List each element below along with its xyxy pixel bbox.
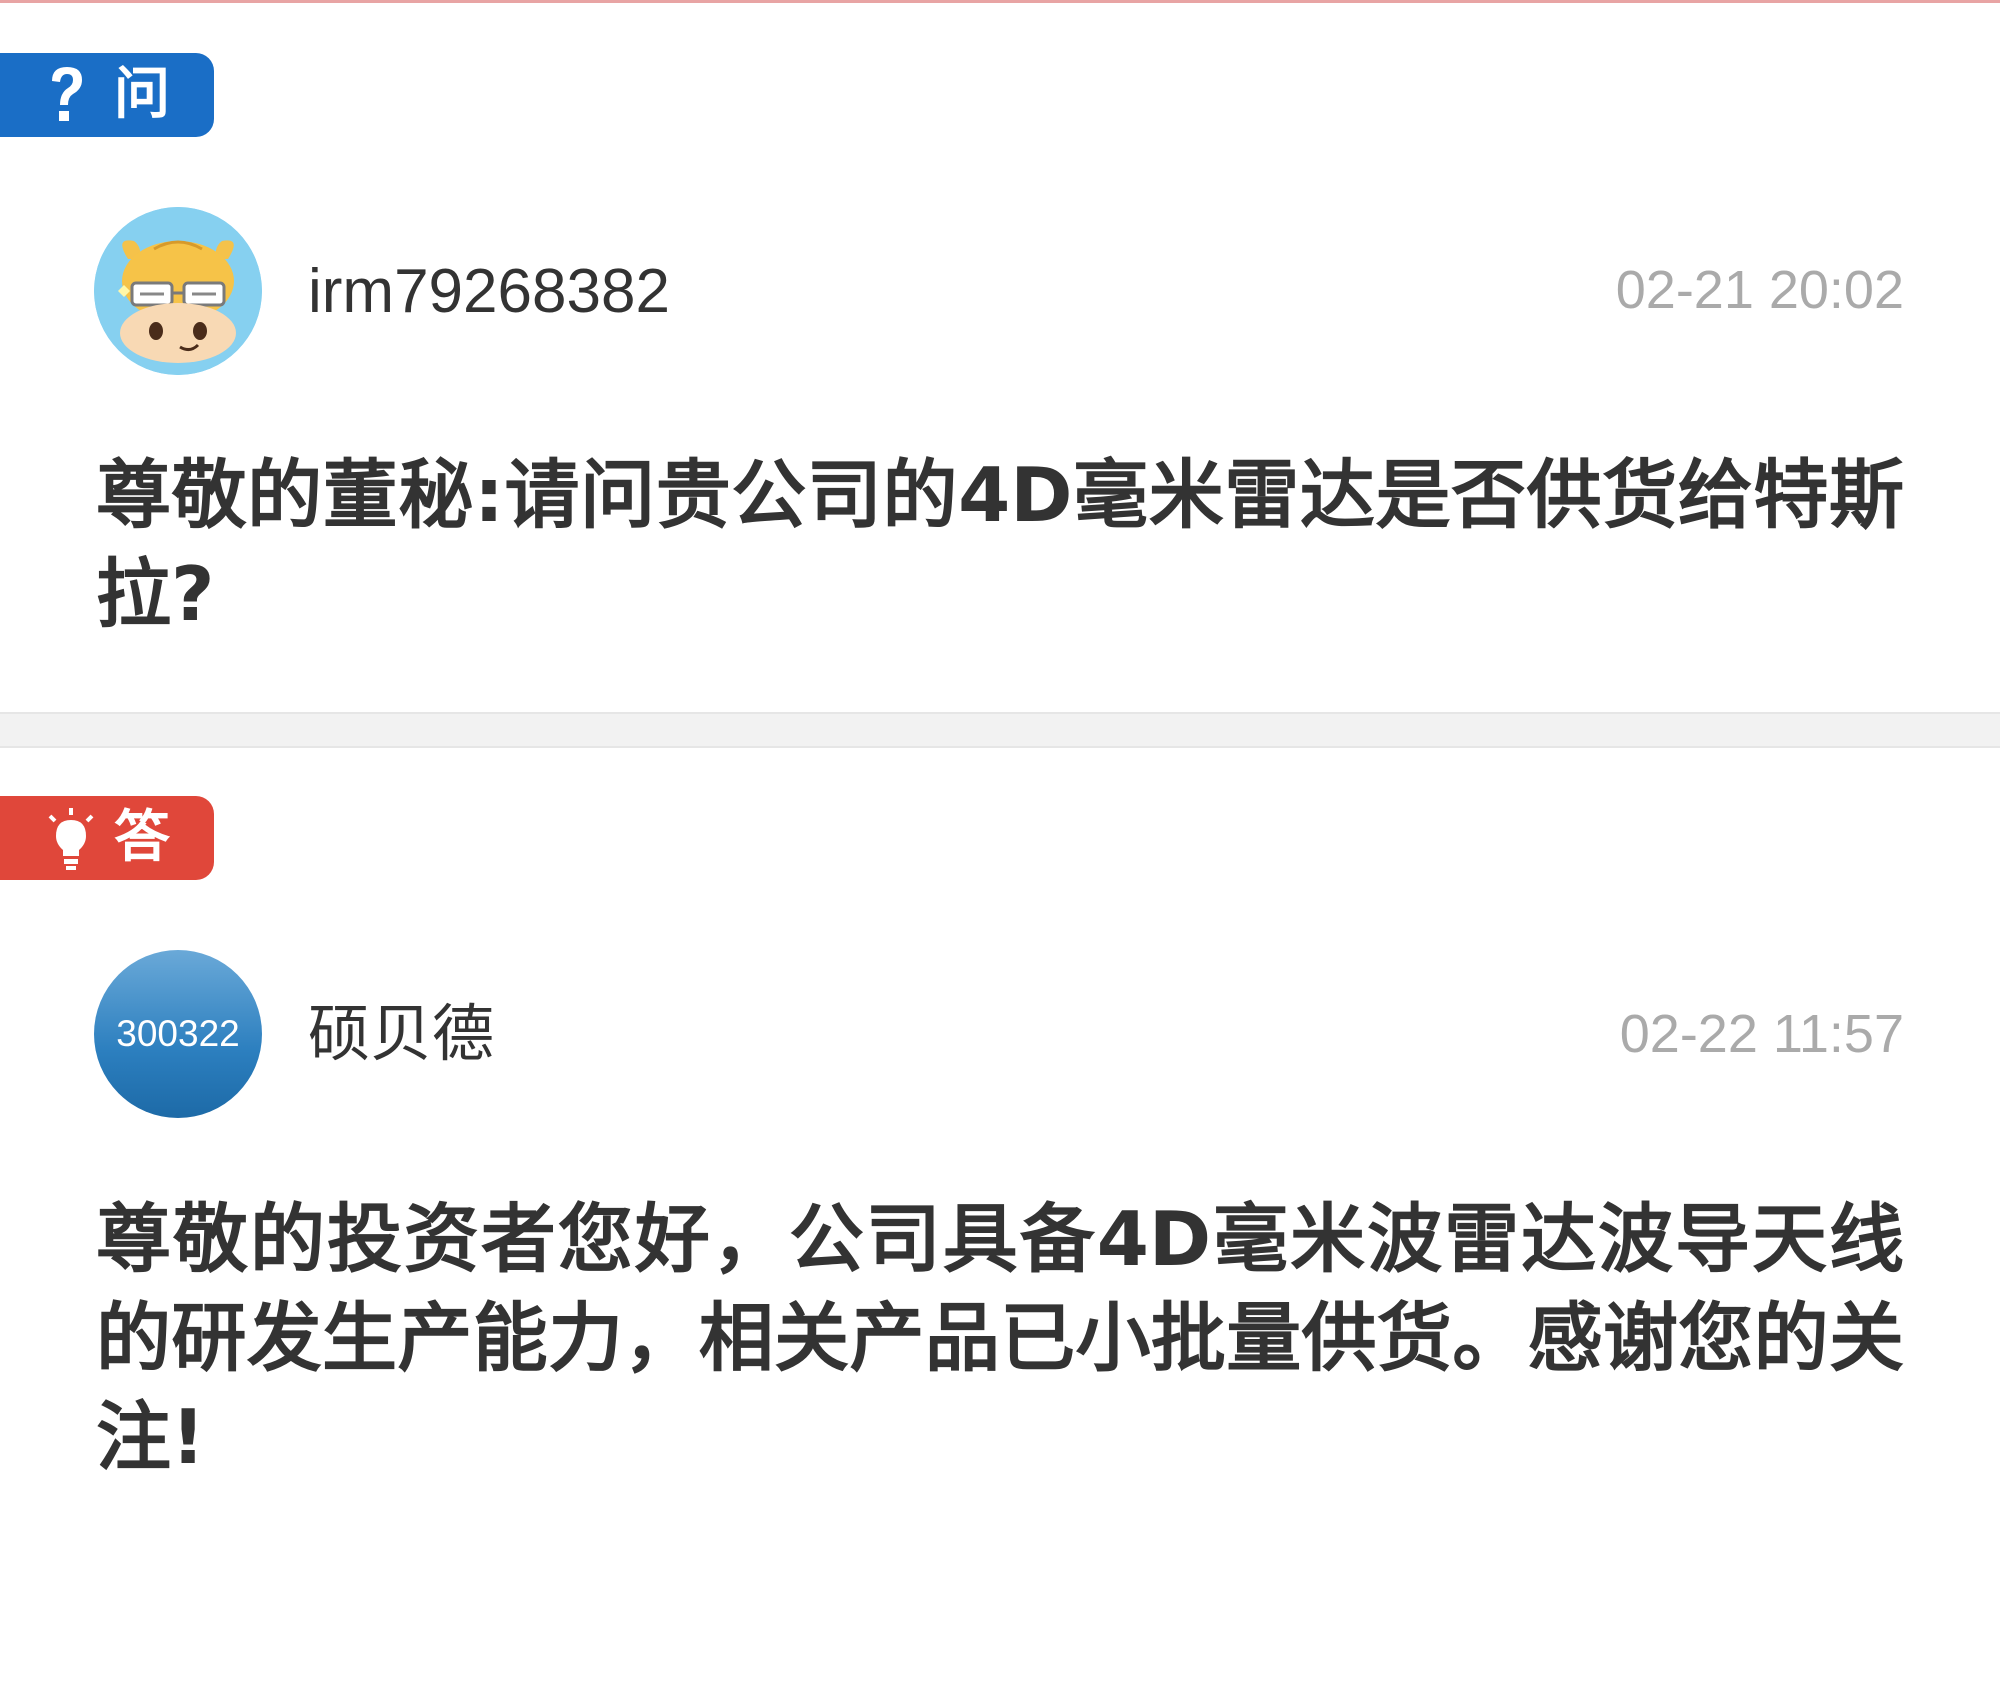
answer-author-name[interactable]: 硕贝德	[308, 998, 494, 1070]
qa-page: 问 irm79268382 02-21 20:02 尊敬的董秘:请问贵公司的4D…	[0, 0, 2000, 1706]
answer-tag-label: 答	[114, 805, 170, 870]
answer-timestamp: 02-22 11:57	[1619, 1004, 1904, 1064]
lightbulb-icon	[44, 806, 94, 870]
cartoon-cow-avatar-icon	[94, 207, 262, 375]
answer-text: 尊敬的投资者您好，公司具备4D毫米波雷达波导天线的研发生产能力，相关产品已小批量…	[96, 1195, 1904, 1481]
section-divider	[0, 712, 2000, 748]
question-timestamp: 02-21 20:02	[1615, 260, 1904, 320]
answer-tag: 答	[0, 796, 214, 880]
avatar[interactable]	[94, 207, 262, 375]
company-avatar[interactable]: 300322	[94, 950, 262, 1118]
question-tag-label: 问	[114, 62, 170, 127]
company-avatar-code: 300322	[116, 1013, 240, 1054]
question-author-name[interactable]: irm79268382	[308, 256, 670, 328]
top-divider	[0, 0, 2000, 3]
question-mark-icon	[44, 63, 90, 127]
question-tag: 问	[0, 53, 214, 137]
question-text: 尊敬的董秘:请问贵公司的4D毫米雷达是否供货给特斯拉?	[96, 451, 1904, 638]
